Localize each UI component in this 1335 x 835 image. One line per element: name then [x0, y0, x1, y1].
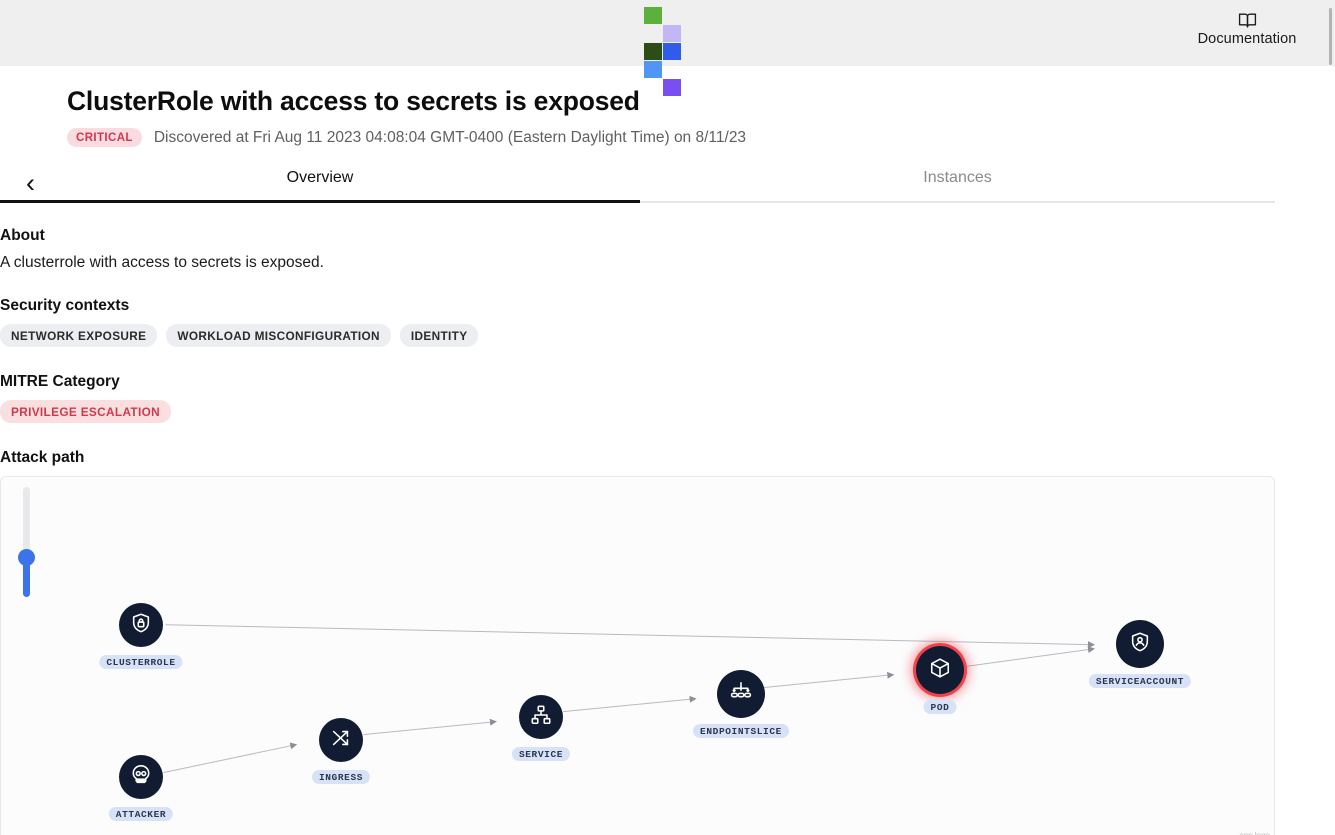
edge-pod-serviceaccount [963, 646, 1095, 668]
edge-attacker-ingress [163, 742, 298, 774]
security-contexts-heading: Security contexts [0, 297, 130, 315]
graph-label-service[interactable]: SERVICE [511, 747, 571, 762]
graph-label-clusterrole[interactable]: CLUSTERROLE [99, 655, 183, 670]
documentation-link[interactable]: Documentation [1193, 10, 1301, 48]
chip-network-exposure[interactable]: NETWORK EXPOSURE [0, 324, 158, 348]
graph-label-serviceaccount[interactable]: SERVICEACCOUNT [1088, 674, 1192, 689]
edge-clusterrole-serviceaccount [165, 624, 1095, 649]
graph-label-pod[interactable]: POD [923, 700, 957, 715]
edge-endpointslice-pod [762, 672, 895, 689]
logo-cell-4 [663, 24, 681, 42]
skull-icon [130, 764, 152, 791]
shuffle-icon [330, 727, 352, 754]
page-header: ‹ ClusterRole with access to secrets is … [0, 66, 1335, 197]
book-icon [1193, 10, 1301, 30]
tab-overview[interactable]: Overview [0, 169, 640, 204]
app-logo[interactable] [644, 6, 681, 96]
logo-cell-1 [644, 6, 662, 24]
chip-privilege-escalation[interactable]: PRIVILEGE ESCALATION [0, 400, 172, 424]
attack-path-graph[interactable]: CLUSTERROLE ATTACKER INGRESS SERVICE END… [0, 476, 1275, 835]
tab-instances[interactable]: Instances [640, 169, 1275, 201]
graph-label-attacker[interactable]: ATTACKER [108, 807, 174, 822]
overview-content: About A clusterrole with access to secre… [0, 203, 1335, 835]
edge-ingress-service [363, 719, 497, 736]
graph-credit: app logo [1239, 831, 1270, 835]
severity-badge: CRITICAL [67, 128, 142, 148]
vertical-scrollbar[interactable] [1329, 8, 1332, 65]
chip-workload-misconfiguration[interactable]: WORKLOAD MISCONFIGURATION [166, 324, 391, 348]
page-title: ClusterRole with access to secrets is ex… [67, 86, 640, 116]
edge-service-endpointslice [563, 696, 697, 713]
tab-bar: Overview Instances [0, 169, 1275, 204]
discovered-at-text: Discovered at Fri Aug 11 2023 04:08:04 G… [153, 128, 747, 146]
top-bar: Documentation [0, 0, 1335, 96]
about-body: A clusterrole with access to secrets is … [0, 254, 324, 272]
security-contexts-chips: NETWORK EXPOSURE WORKLOAD MISCONFIGURATI… [0, 324, 1335, 348]
mitre-category-chips: PRIVILEGE ESCALATION [0, 400, 1335, 424]
attack-path-heading: Attack path [0, 449, 85, 467]
logo-cell-3 [644, 25, 662, 42]
documentation-label: Documentation [1197, 31, 1297, 47]
mitre-category-heading: MITRE Category [0, 373, 120, 391]
logo-cell-5 [644, 42, 662, 60]
hierarchy-icon [530, 704, 552, 731]
shield-lock-icon [130, 612, 152, 639]
about-heading: About [0, 227, 45, 245]
graph-edges [163, 624, 1095, 774]
logo-cell-2 [663, 7, 681, 24]
header-meta: CRITICAL Discovered at Fri Aug 11 2023 0… [67, 128, 1335, 148]
graph-label-endpointslice[interactable]: ENDPOINTSLICE [693, 724, 789, 739]
graph-label-ingress[interactable]: INGRESS [311, 770, 371, 785]
logo-cell-6 [663, 42, 681, 60]
shield-user-icon [1129, 631, 1151, 658]
cube-icon [929, 657, 951, 684]
fanout-icon [730, 681, 752, 708]
chip-identity[interactable]: IDENTITY [399, 324, 479, 348]
